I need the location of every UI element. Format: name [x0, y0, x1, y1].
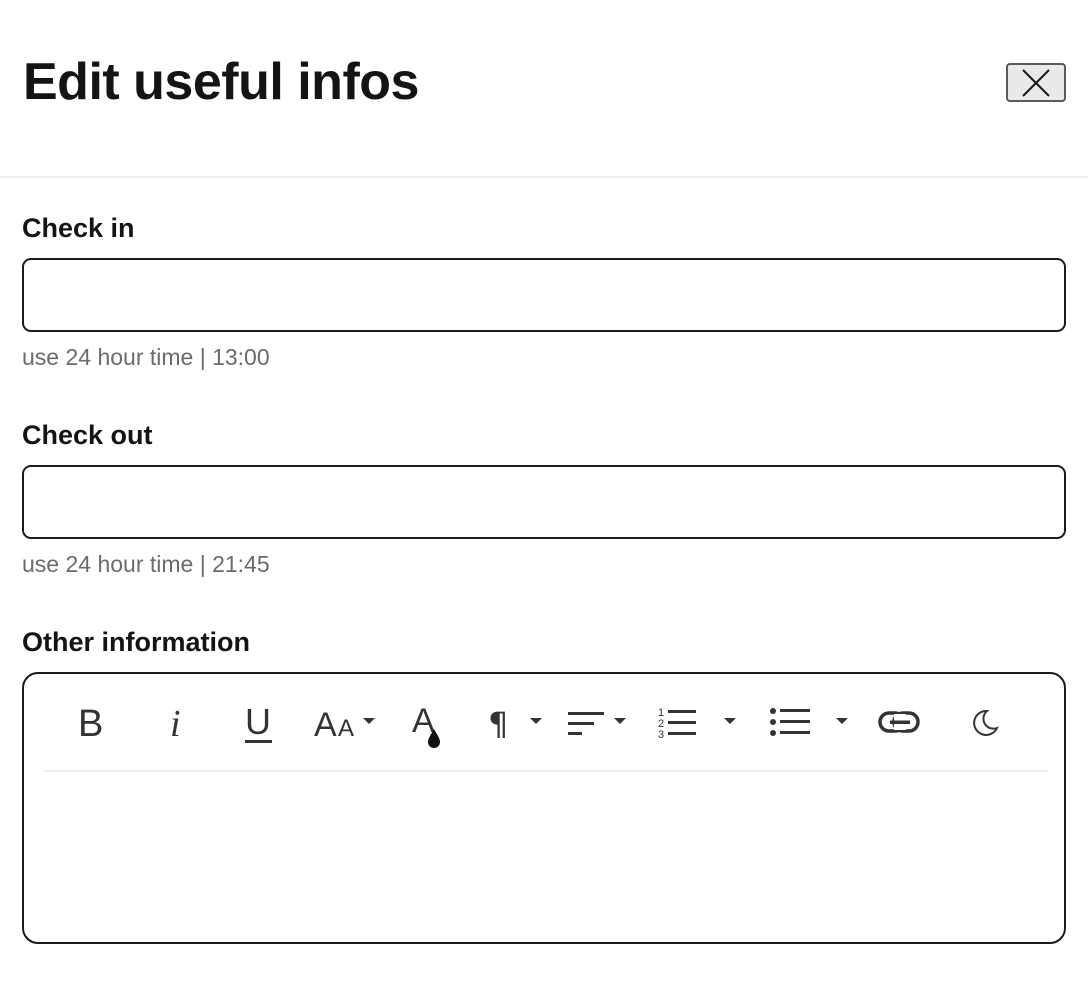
svg-text:A: A: [338, 715, 354, 742]
svg-text:B: B: [78, 703, 103, 745]
svg-text:i: i: [170, 703, 181, 745]
close-icon: [1022, 68, 1050, 97]
close-button[interactable]: [1006, 63, 1066, 102]
font-size-icon: A A: [314, 706, 375, 744]
bold-button[interactable]: B: [76, 700, 112, 746]
align-icon: [568, 712, 626, 735]
ordered-list-button[interactable]: 1 2 3: [658, 700, 744, 746]
paragraph-button[interactable]: ¶: [488, 700, 546, 746]
dark-mode-icon: [973, 709, 999, 736]
unordered-list-icon: [770, 708, 848, 736]
ordered-list-icon: 1 2 3: [658, 707, 736, 741]
link-button[interactable]: [878, 700, 922, 746]
editor-content-area[interactable]: [44, 774, 1048, 942]
check-in-input[interactable]: [22, 258, 1066, 332]
check-out-input[interactable]: [22, 465, 1066, 539]
editor-toolbar: B i U A A A ¶ 1 2 3: [44, 674, 1048, 772]
text-color-icon: A: [412, 702, 440, 748]
unordered-list-button[interactable]: [770, 700, 856, 746]
text-color-button[interactable]: A: [412, 700, 446, 748]
svg-text:A: A: [314, 706, 337, 744]
underline-icon: U: [245, 701, 272, 743]
svg-text:¶: ¶: [488, 705, 508, 743]
check-out-hint: use 24 hour time | 21:45: [22, 551, 270, 577]
svg-text:U: U: [245, 701, 271, 742]
check-in-hint: use 24 hour time | 13:00: [22, 344, 270, 370]
dialog-header: Edit useful infos: [0, 0, 1088, 178]
check-in-label: Check in: [22, 213, 135, 243]
italic-button[interactable]: i: [164, 700, 194, 746]
svg-text:3: 3: [658, 729, 664, 741]
other-information-label: Other information: [22, 627, 250, 657]
dark-mode-button[interactable]: [972, 700, 1000, 746]
dialog-title: Edit useful infos: [23, 53, 419, 111]
align-button[interactable]: [568, 700, 632, 746]
link-icon: [878, 711, 920, 733]
italic-icon: i: [170, 703, 181, 745]
check-out-label: Check out: [22, 420, 153, 450]
font-size-button[interactable]: A A: [314, 700, 380, 746]
rich-text-editor: B i U A A A ¶ 1 2 3: [22, 672, 1066, 944]
bold-icon: B: [78, 703, 103, 745]
underline-button[interactable]: U: [242, 700, 280, 746]
paragraph-icon: ¶: [488, 705, 542, 743]
